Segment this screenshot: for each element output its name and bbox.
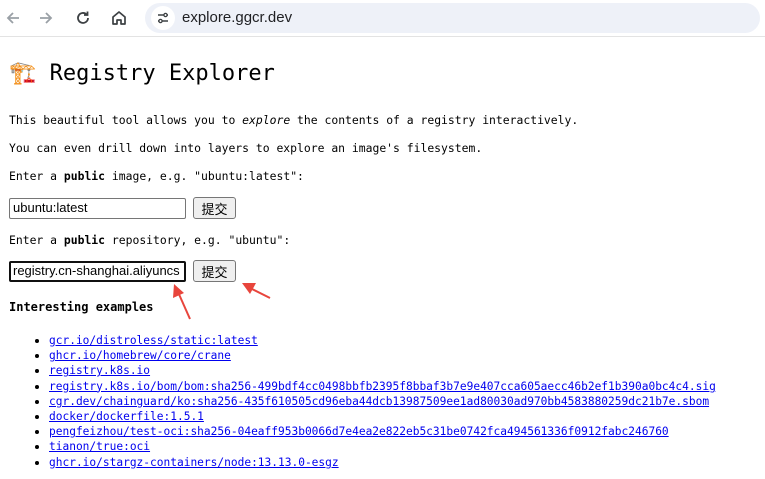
browser-toolbar: explore.ggcr.dev	[0, 0, 765, 37]
home-button[interactable]	[106, 5, 132, 31]
annotation-arrow-head	[242, 283, 256, 294]
list-item: ghcr.io/homebrew/core/crane	[35, 348, 716, 363]
annotation-arrow-head	[173, 284, 184, 298]
repo-prompt: Enter a public repository, e.g. "ubuntu"…	[9, 233, 290, 247]
url-text[interactable]: explore.ggcr.dev	[182, 9, 292, 26]
example-link[interactable]: ghcr.io/homebrew/core/crane	[49, 349, 231, 362]
address-bar[interactable]: explore.ggcr.dev	[145, 3, 760, 33]
example-link[interactable]: ghcr.io/stargz-containers/node:13.13.0-e…	[49, 456, 339, 469]
list-item: registry.k8s.io/bom/bom:sha256-499bdf4cc…	[35, 379, 716, 394]
home-icon	[112, 11, 126, 25]
repo-submit-button[interactable]: 提交	[193, 260, 236, 282]
annotation-arrow-icon	[242, 283, 271, 299]
site-info-icon	[158, 12, 168, 24]
image-prompt: Enter a public image, e.g. "ubuntu:lates…	[9, 169, 304, 183]
site-info-button[interactable]	[151, 6, 175, 30]
forward-button[interactable]	[33, 5, 59, 31]
example-link[interactable]: gcr.io/distroless/static:latest	[49, 334, 258, 347]
annotation-arrow-shaft	[177, 291, 191, 320]
example-link[interactable]: docker/dockerfile:1.5.1	[49, 410, 204, 423]
list-item: ghcr.io/stargz-containers/node:13.13.0-e…	[35, 455, 716, 470]
reload-button[interactable]	[70, 5, 96, 31]
intro-post: the contents of a registry interactively…	[290, 113, 579, 127]
repo-prompt-post: repository, e.g. "ubuntu":	[105, 233, 291, 247]
forward-arrow-icon	[40, 12, 53, 24]
example-link[interactable]: pengfeizhou/test-oci:sha256-04eaff953b00…	[49, 425, 669, 438]
page-title: 🏗️ Registry Explorer	[9, 61, 275, 86]
back-button[interactable]	[0, 5, 26, 31]
intro-emphasis: explore	[242, 113, 291, 127]
intro-text: This beautiful tool allows you to explor…	[9, 113, 578, 127]
list-item: pengfeizhou/test-oci:sha256-04eaff953b00…	[35, 424, 716, 439]
back-arrow-icon	[6, 12, 19, 24]
list-item: registry.k8s.io	[35, 363, 716, 378]
list-item: cgr.dev/chainguard/ko:sha256-435f610505c…	[35, 394, 716, 409]
repo-prompt-bold: public	[63, 233, 106, 247]
examples-list: gcr.io/distroless/static:latest ghcr.io/…	[35, 333, 716, 470]
image-prompt-post: image, e.g. "ubuntu:latest":	[105, 169, 304, 183]
page-content: 🏗️ Registry Explorer This beautiful tool…	[0, 38, 765, 479]
example-link[interactable]: tianon/true:oci	[49, 440, 150, 453]
intro-pre: This beautiful tool allows you to	[9, 113, 243, 127]
examples-heading: Interesting examples	[9, 300, 154, 314]
image-input[interactable]: ubuntu:latest	[9, 198, 186, 219]
annotation-arrow-shaft	[249, 287, 271, 299]
example-link[interactable]: registry.k8s.io	[49, 364, 150, 377]
page-title-text: Registry Explorer	[49, 61, 275, 86]
list-item: docker/dockerfile:1.5.1	[35, 409, 716, 424]
crane-icon: 🏗️	[9, 61, 37, 86]
image-submit-button[interactable]: 提交	[193, 197, 236, 219]
repo-input[interactable]: registry.cn-shanghai.aliyuncs	[9, 261, 186, 282]
list-item: gcr.io/distroless/static:latest	[35, 333, 716, 348]
example-link[interactable]: registry.k8s.io/bom/bom:sha256-499bdf4cc…	[49, 380, 716, 393]
annotation-arrow-icon	[173, 284, 191, 320]
image-prompt-pre: Enter a	[9, 169, 64, 183]
image-prompt-bold: public	[63, 169, 106, 183]
example-link[interactable]: cgr.dev/chainguard/ko:sha256-435f610505c…	[49, 395, 709, 408]
drill-text: You can even drill down into layers to e…	[9, 141, 483, 155]
reload-icon	[77, 11, 89, 24]
repo-prompt-pre: Enter a	[9, 233, 64, 247]
list-item: tianon/true:oci	[35, 439, 716, 454]
